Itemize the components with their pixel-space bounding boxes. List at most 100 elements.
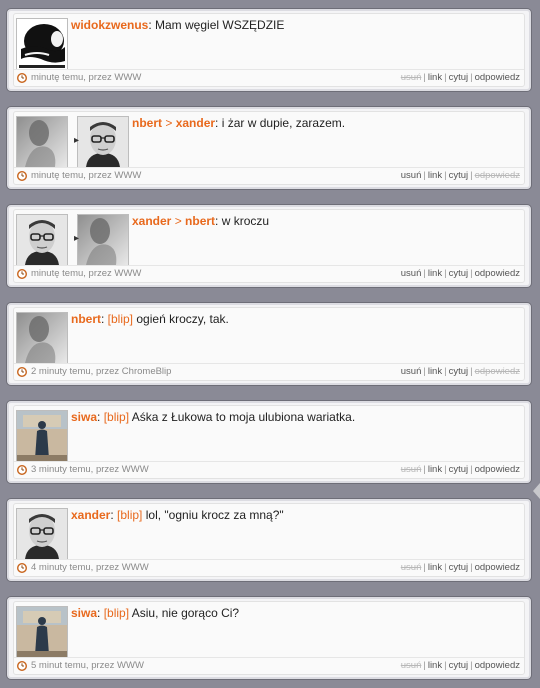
status-footer: 2 minuty temu, przez ChromeBlip usuń | link… bbox=[14, 363, 524, 380]
delete-link: usuń bbox=[400, 562, 422, 573]
mustache-avatar[interactable] bbox=[16, 18, 68, 70]
reply-link: odpowiedz bbox=[474, 170, 520, 181]
status-meta: minutę temu, przez WWW bbox=[31, 72, 142, 83]
status-card: ▸ nbert > xander: i żar w dupie, zarazem.… bbox=[6, 106, 532, 190]
reply-link: odpowiedz bbox=[474, 366, 520, 377]
status-text: i żar w dupie, zarazem. bbox=[221, 116, 346, 130]
status-actions: usuń | link | cytuj | odpowiedz bbox=[401, 560, 520, 576]
permalink[interactable]: link bbox=[428, 660, 442, 671]
status-message: xander > nbert: w kroczu bbox=[132, 214, 270, 228]
status-meta: 3 minuty temu, przez WWW bbox=[31, 464, 149, 475]
status-card: xander: [blip] lol, "ogniu krocz za mną?… bbox=[6, 498, 532, 582]
clock-icon bbox=[16, 366, 28, 378]
author-link[interactable]: siwa bbox=[71, 606, 97, 620]
status-footer: minutę temu, przez WWW usuń | link | cytuj | od… bbox=[14, 265, 524, 282]
clock-icon bbox=[16, 562, 28, 574]
tag-link[interactable]: [blip] bbox=[104, 410, 129, 424]
shadow-avatar[interactable] bbox=[77, 214, 129, 266]
shadow-avatar[interactable] bbox=[16, 312, 68, 364]
delete-link: usuń bbox=[400, 72, 422, 83]
status-card: nbert: [blip] ogień kroczy, tak. 2 minuty… bbox=[6, 302, 532, 386]
quote-link[interactable]: cytuj bbox=[449, 268, 469, 279]
permalink[interactable]: link bbox=[428, 268, 442, 279]
status-body: ▸ nbert > xander: i żar w dupie, zarazem.… bbox=[13, 111, 525, 185]
status-actions: usuń | link | cytuj | odpowiedz bbox=[401, 462, 520, 478]
status-text: w kroczu bbox=[221, 214, 270, 228]
tag-link[interactable]: [blip] bbox=[117, 508, 142, 522]
status-footer: 5 minut temu, przez WWW usuń | link | cytuj | o… bbox=[14, 657, 524, 674]
status-actions: usuń | link | cytuj | odpowiedz bbox=[401, 266, 520, 282]
status-message: siwa: [blip] Aśka z Łukowa to moja ulubi… bbox=[71, 410, 356, 424]
author-link[interactable]: siwa bbox=[71, 410, 97, 424]
clock-icon bbox=[16, 660, 28, 672]
glasses-avatar[interactable] bbox=[16, 508, 68, 560]
shadow-avatar[interactable] bbox=[16, 116, 68, 168]
author-link[interactable]: nbert bbox=[132, 116, 162, 130]
figure-avatar[interactable] bbox=[16, 410, 68, 462]
status-text: Asiu, nie gorąco Ci? bbox=[131, 606, 240, 620]
permalink[interactable]: link bbox=[428, 366, 442, 377]
status-message: xander: [blip] lol, "ogniu krocz za mną?… bbox=[71, 508, 284, 522]
recipient-link[interactable]: xander bbox=[176, 116, 215, 130]
status-card: siwa: [blip] Asiu, nie gorąco Ci? 5 minut… bbox=[6, 596, 532, 680]
direct-separator: > bbox=[162, 116, 176, 130]
status-message: nbert: [blip] ogień kroczy, tak. bbox=[71, 312, 229, 326]
status-body: siwa: [blip] Asiu, nie gorąco Ci? 5 minut… bbox=[13, 601, 525, 675]
author-link[interactable]: xander bbox=[132, 214, 171, 228]
status-footer: minutę temu, przez WWW usuń | link | cytuj | od… bbox=[14, 69, 524, 86]
author-link[interactable]: nbert bbox=[71, 312, 101, 326]
quote-link[interactable]: cytuj bbox=[449, 464, 469, 475]
glasses-avatar[interactable] bbox=[16, 214, 68, 266]
status-text: lol, "ogniu krocz za mną?" bbox=[145, 508, 284, 522]
permalink[interactable]: link bbox=[428, 170, 442, 181]
status-body: nbert: [blip] ogień kroczy, tak. 2 minuty… bbox=[13, 307, 525, 381]
status-body: xander: [blip] lol, "ogniu krocz za mną?… bbox=[13, 503, 525, 577]
permalink[interactable]: link bbox=[428, 72, 442, 83]
reply-link[interactable]: odpowiedz bbox=[475, 660, 520, 671]
status-text: Aśka z Łukowa to moja ulubiona wariatka. bbox=[131, 410, 356, 424]
status-footer: 4 minuty temu, przez WWW usuń | link | cytuj |… bbox=[14, 559, 524, 576]
reply-link[interactable]: odpowiedz bbox=[475, 562, 520, 573]
reply-link[interactable]: odpowiedz bbox=[475, 268, 520, 279]
permalink[interactable]: link bbox=[428, 562, 442, 573]
reply-link[interactable]: odpowiedz bbox=[475, 72, 520, 83]
status-meta: minutę temu, przez WWW bbox=[31, 170, 142, 181]
tag-link[interactable]: [blip] bbox=[104, 606, 129, 620]
quote-link[interactable]: cytuj bbox=[449, 170, 469, 181]
status-meta: 2 minuty temu, przez ChromeBlip bbox=[31, 366, 172, 377]
reply-link[interactable]: odpowiedz bbox=[475, 464, 520, 475]
status-footer: 3 minuty temu, przez WWW usuń | link | cytuj |… bbox=[14, 461, 524, 478]
status-meta: 4 minuty temu, przez WWW bbox=[31, 562, 149, 573]
status-body: ▸ xander > nbert: w kroczu minutę temu, pr… bbox=[13, 209, 525, 283]
status-footer: minutę temu, przez WWW usuń | link | cytuj | od… bbox=[14, 167, 524, 184]
quote-link[interactable]: cytuj bbox=[449, 562, 469, 573]
scroll-notch[interactable] bbox=[533, 483, 540, 499]
author-link[interactable]: xander bbox=[71, 508, 110, 522]
status-message: nbert > xander: i żar w dupie, zarazem. bbox=[132, 116, 346, 130]
delete-link: usuń bbox=[400, 464, 422, 475]
author-link[interactable]: widokzwenus bbox=[71, 18, 148, 32]
status-message: widokzwenus: Mam węgiel WSZĘDZIE bbox=[71, 18, 285, 32]
clock-icon bbox=[16, 72, 28, 84]
glasses-avatar[interactable] bbox=[77, 116, 129, 168]
delete-link[interactable]: usuń bbox=[401, 268, 422, 279]
status-card: widokzwenus: Mam węgiel WSZĘDZIE minutę t… bbox=[6, 8, 532, 92]
status-body: widokzwenus: Mam węgiel WSZĘDZIE minutę t… bbox=[13, 13, 525, 87]
delete-link: usuń bbox=[400, 660, 422, 671]
delete-link[interactable]: usuń bbox=[401, 366, 422, 377]
figure-avatar[interactable] bbox=[16, 606, 68, 658]
status-text: ogień kroczy, tak. bbox=[136, 312, 229, 326]
status-body: siwa: [blip] Aśka z Łukowa to moja ulubi… bbox=[13, 405, 525, 479]
status-actions: usuń | link | cytuj | odpowiedz bbox=[401, 364, 520, 380]
clock-icon bbox=[16, 268, 28, 280]
delete-link[interactable]: usuń bbox=[401, 170, 422, 181]
status-actions: usuń | link | cytuj | odpowiedz bbox=[401, 168, 520, 184]
clock-icon bbox=[16, 170, 28, 182]
quote-link[interactable]: cytuj bbox=[449, 366, 469, 377]
tag-link[interactable]: [blip] bbox=[108, 312, 133, 326]
recipient-link[interactable]: nbert bbox=[185, 214, 215, 228]
permalink[interactable]: link bbox=[428, 464, 442, 475]
quote-link[interactable]: cytuj bbox=[449, 72, 469, 83]
quote-link[interactable]: cytuj bbox=[449, 660, 469, 671]
status-message: siwa: [blip] Asiu, nie gorąco Ci? bbox=[71, 606, 240, 620]
